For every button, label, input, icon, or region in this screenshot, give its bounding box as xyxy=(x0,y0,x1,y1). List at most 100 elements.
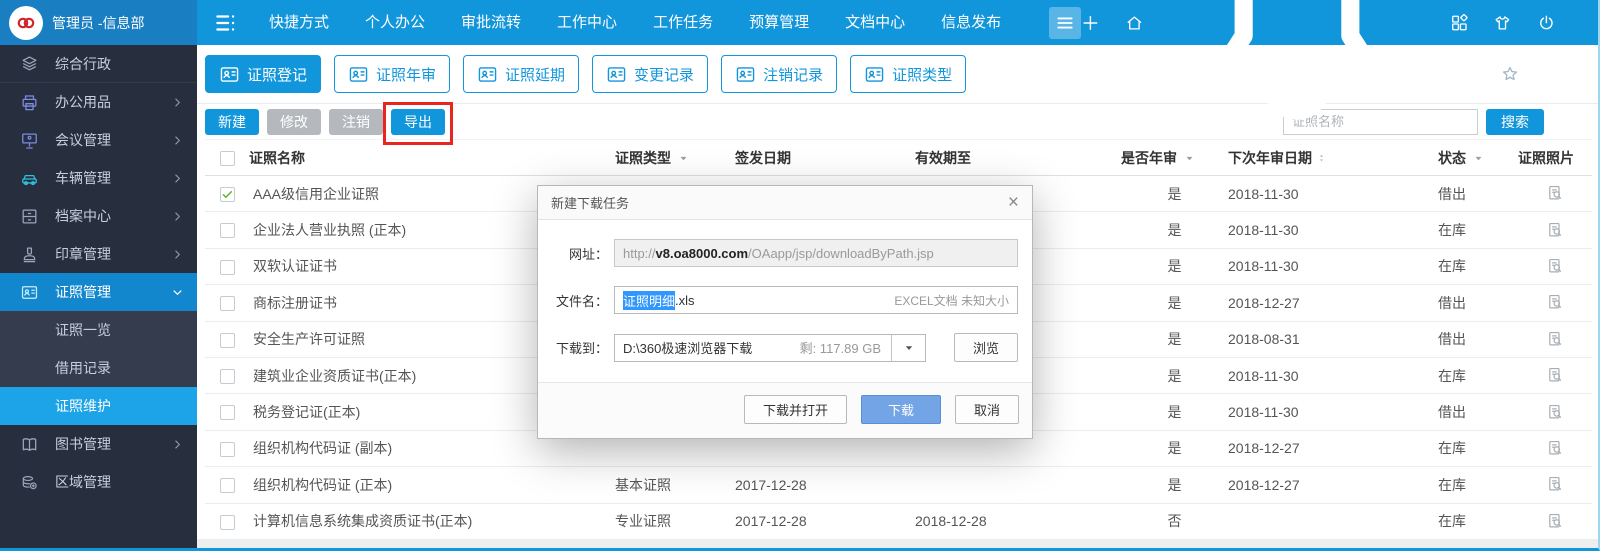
row-checkbox[interactable] xyxy=(219,478,235,494)
download-open-button[interactable]: 下载并打开 xyxy=(743,395,847,424)
sidebar-item[interactable]: 图书管理 xyxy=(0,425,197,463)
cell-next-review-date: 2018-12-27 xyxy=(1228,284,1438,322)
download-button[interactable]: 下载 xyxy=(860,395,941,424)
table-row[interactable]: 计算机信息系统集成资质证书(正本) 专业证照 2017-12-28 2018-1… xyxy=(205,503,1592,540)
sidebar-item[interactable]: 会议管理 xyxy=(0,121,197,159)
tab[interactable]: 证照延期 xyxy=(463,55,580,93)
nav-item[interactable]: 个人办公 xyxy=(347,0,443,45)
sidebar-item[interactable]: 区域管理 xyxy=(0,463,197,501)
power-icon[interactable] xyxy=(1537,12,1556,34)
cell-next-review-date xyxy=(1228,503,1438,540)
nav-item[interactable]: 信息发布 xyxy=(923,0,1019,45)
shirt-icon[interactable] xyxy=(1493,12,1512,34)
sidebar-item[interactable]: 证照管理 xyxy=(0,273,197,311)
tab-label: 证照延期 xyxy=(505,66,566,84)
path-dropdown-button[interactable] xyxy=(891,334,925,361)
void-button[interactable]: 注销 xyxy=(329,108,383,135)
filename-label: 文件名： xyxy=(555,293,608,309)
save-path: D:\360极速浏览器下载 xyxy=(623,341,753,356)
caret-down-icon[interactable] xyxy=(1473,153,1484,164)
sidebar-item-label: 档案中心 xyxy=(55,208,111,224)
disk-space-left: 剩: 117.89 GB xyxy=(799,341,881,356)
more-menu-button[interactable] xyxy=(1049,6,1082,39)
doc-view-icon[interactable] xyxy=(1546,512,1565,531)
cancel-button[interactable]: 取消 xyxy=(954,395,1019,424)
tab[interactable]: 变更记录 xyxy=(592,55,709,93)
nav-item[interactable]: 工作任务 xyxy=(635,0,731,45)
doc-view-icon[interactable] xyxy=(1546,439,1565,458)
export-button[interactable]: 导出 xyxy=(391,108,445,135)
filename-ext: .xls xyxy=(675,292,695,308)
row-checkbox[interactable] xyxy=(219,259,235,275)
save-path-field[interactable]: D:\360极速浏览器下载 剩: 117.89 GB xyxy=(614,333,926,362)
filename-field[interactable]: 证照明细 .xls EXCEL文档 未知大小 xyxy=(614,286,1018,314)
notifications-button[interactable]: 71 xyxy=(1169,0,1425,151)
chevron-right-icon xyxy=(172,173,183,184)
tab[interactable]: 证照类型 xyxy=(850,55,967,93)
sidebar-item-label: 办公用品 xyxy=(55,94,111,110)
browse-button[interactable]: 浏览 xyxy=(954,333,1018,362)
cell-annual-review: 否 xyxy=(1121,503,1228,540)
doc-view-icon[interactable] xyxy=(1546,293,1565,312)
horizontal-scrollbar[interactable] xyxy=(197,539,1598,548)
sidebar-item-label: 图书管理 xyxy=(55,436,111,452)
url-field: http://v8.oa8000.com/OAapp/jsp/downloadB… xyxy=(614,239,1018,267)
cell-status: 在库 xyxy=(1438,248,1518,286)
table-row[interactable]: 组织机构代码证 (正本) 基本证照 2017-12-28 是 2018-12-2… xyxy=(205,466,1592,504)
nav-item[interactable]: 快捷方式 xyxy=(251,0,347,45)
sidebar-item[interactable]: 借用记录 xyxy=(0,349,197,387)
nav-item[interactable]: 审批流转 xyxy=(443,0,539,45)
caret-down-icon[interactable] xyxy=(1184,153,1195,164)
cell-issue-date: 2017-12-28 xyxy=(735,503,915,540)
doc-view-icon[interactable] xyxy=(1546,257,1565,276)
sidebar-item[interactable]: 证照维护 xyxy=(0,387,197,425)
doc-view-icon[interactable] xyxy=(1546,184,1565,203)
nav-item[interactable]: 文档中心 xyxy=(827,0,923,45)
plus-icon[interactable] xyxy=(1081,12,1100,34)
doc-view-icon[interactable] xyxy=(1546,330,1565,349)
home-icon[interactable] xyxy=(1125,12,1144,34)
sidebar-item[interactable]: 车辆管理 xyxy=(0,159,197,197)
tab[interactable]: 证照登记 xyxy=(205,55,322,93)
row-checkbox[interactable] xyxy=(219,514,235,530)
row-checkbox[interactable] xyxy=(219,296,235,312)
region-icon xyxy=(20,473,39,492)
row-checkbox[interactable] xyxy=(219,187,235,203)
sidebar-item[interactable]: 综合行政 xyxy=(0,45,197,83)
row-checkbox[interactable] xyxy=(219,223,235,239)
doc-view-icon[interactable] xyxy=(1546,366,1565,385)
sidebar-item[interactable]: 办公用品 xyxy=(0,83,197,121)
cell-annual-review: 是 xyxy=(1121,321,1228,358)
sidebar-item[interactable]: 证照一览 xyxy=(0,311,197,349)
cell-next-review-date: 2018-11-30 xyxy=(1228,248,1438,286)
doc-view-icon[interactable] xyxy=(1546,475,1565,494)
row-checkbox[interactable] xyxy=(219,369,235,385)
tab[interactable]: 证照年审 xyxy=(334,55,451,93)
idcard-icon xyxy=(219,64,240,85)
sidebar-item[interactable]: 档案中心 xyxy=(0,197,197,235)
row-checkbox[interactable] xyxy=(219,441,235,457)
sort-icon[interactable] xyxy=(1317,151,1326,165)
row-checkbox[interactable] xyxy=(219,405,235,421)
nav-item[interactable]: 预算管理 xyxy=(731,0,827,45)
new-button[interactable]: 新建 xyxy=(205,108,259,135)
dialog-titlebar[interactable]: 新建下载任务 × xyxy=(538,186,1032,220)
cell-annual-review: 是 xyxy=(1121,430,1228,468)
cell-next-review-date: 2018-08-31 xyxy=(1228,321,1438,358)
edit-button[interactable]: 修改 xyxy=(267,108,321,135)
row-checkbox[interactable] xyxy=(219,332,235,348)
caret-down-icon[interactable] xyxy=(678,153,689,164)
dialog-title: 新建下载任务 xyxy=(551,196,630,211)
toggle-icon[interactable] xyxy=(213,10,239,36)
sidebar-item[interactable]: 印章管理 xyxy=(0,235,197,273)
idcard-icon xyxy=(348,64,369,85)
grid-icon[interactable] xyxy=(1450,12,1469,34)
close-icon[interactable]: × xyxy=(1008,193,1019,212)
tab[interactable]: 注销记录 xyxy=(721,55,838,93)
nav-item[interactable]: 工作中心 xyxy=(539,0,635,45)
doc-view-icon[interactable] xyxy=(1546,221,1565,240)
logo-icon xyxy=(9,5,43,40)
select-all-checkbox[interactable] xyxy=(219,150,235,166)
sidebar-item-label: 印章管理 xyxy=(55,246,111,262)
doc-view-icon[interactable] xyxy=(1546,403,1565,422)
